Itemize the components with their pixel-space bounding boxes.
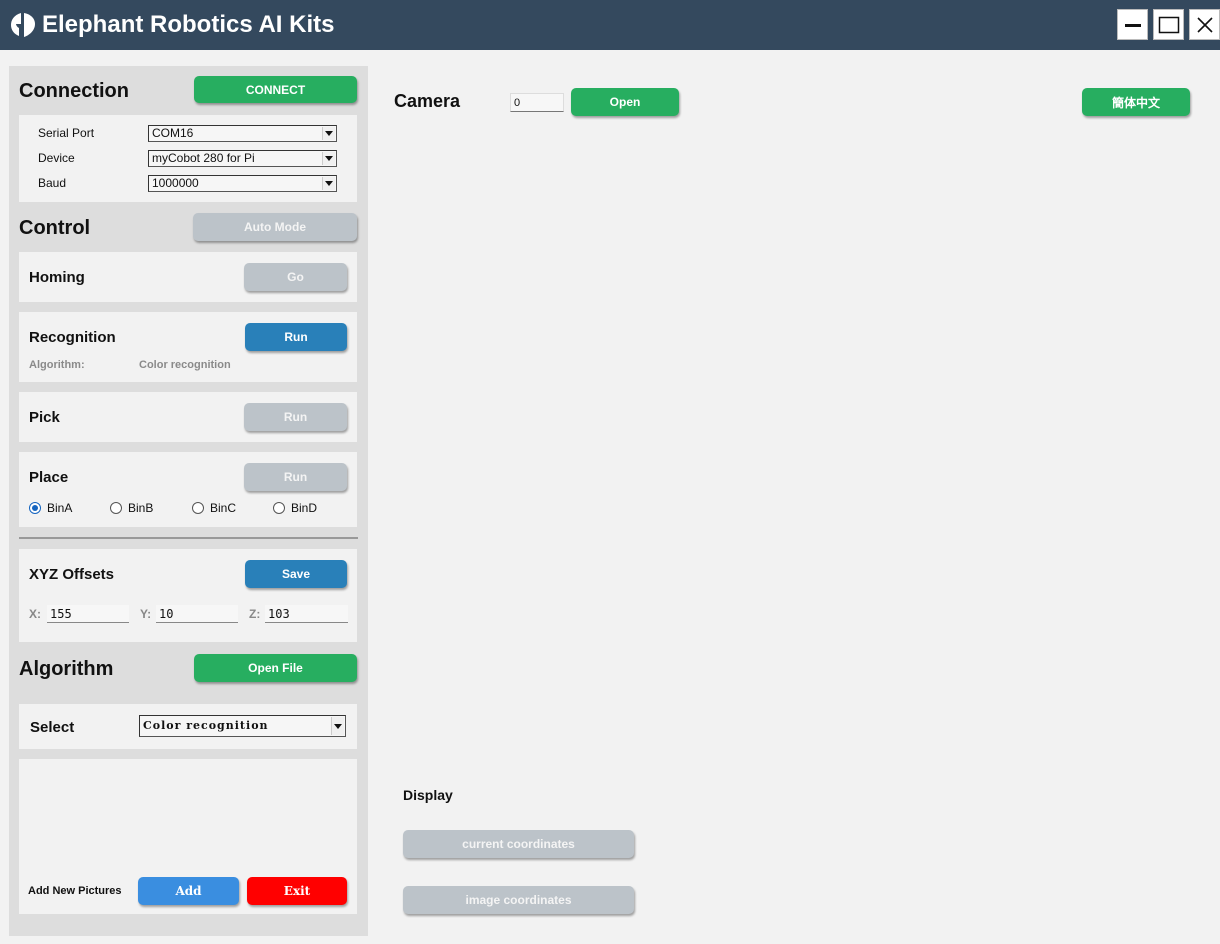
image-coordinates-button[interactable]: image coordinates bbox=[403, 886, 634, 914]
divider bbox=[19, 537, 358, 539]
homing-card: Homing Go bbox=[19, 252, 357, 302]
device-value: myCobot 280 for Pi bbox=[152, 151, 255, 165]
recognition-title: Recognition bbox=[29, 329, 116, 346]
x-offset-input[interactable]: 155 bbox=[47, 605, 129, 623]
z-label: Z: bbox=[249, 607, 261, 621]
app-title: Elephant Robotics AI Kits bbox=[42, 11, 335, 38]
connect-button[interactable]: CONNECT bbox=[194, 76, 357, 103]
chevron-down-icon bbox=[322, 127, 335, 140]
chevron-down-icon bbox=[331, 717, 344, 735]
camera-view-area bbox=[395, 128, 1210, 768]
elephant-logo-icon bbox=[11, 13, 35, 37]
baud-label: Baud bbox=[38, 176, 67, 190]
algorithm-select-card: Select Color recognition bbox=[19, 704, 357, 749]
device-label: Device bbox=[38, 151, 75, 165]
baud-select[interactable]: 1000000 bbox=[148, 175, 337, 192]
homing-title: Homing bbox=[29, 269, 85, 286]
xyz-offsets-title: XYZ Offsets bbox=[29, 566, 115, 583]
radio-unchecked-icon bbox=[192, 502, 204, 514]
bin-c-radio[interactable]: BinC bbox=[192, 501, 236, 515]
y-label: Y: bbox=[140, 607, 152, 621]
bin-a-radio[interactable]: BinA bbox=[29, 501, 72, 515]
current-coordinates-button[interactable]: current coordinates bbox=[403, 830, 634, 858]
device-select[interactable]: myCobot 280 for Pi bbox=[148, 150, 337, 167]
algorithm-label: Algorithm: bbox=[29, 359, 85, 371]
pick-card: Pick Run bbox=[19, 392, 357, 442]
baud-value: 1000000 bbox=[152, 176, 199, 190]
chevron-down-icon bbox=[322, 152, 335, 165]
radio-unchecked-icon bbox=[273, 502, 285, 514]
minimize-icon bbox=[1124, 23, 1141, 27]
close-icon bbox=[1196, 16, 1213, 33]
radio-checked-icon bbox=[29, 502, 41, 514]
language-button[interactable]: 簡体中文 bbox=[1082, 88, 1190, 116]
open-file-button[interactable]: Open File bbox=[194, 654, 357, 682]
bin-b-label: BinB bbox=[128, 501, 154, 515]
homing-go-button[interactable]: Go bbox=[244, 263, 347, 291]
bin-d-label: BinD bbox=[291, 501, 318, 515]
algorithm-select-value: Color recognition bbox=[143, 719, 269, 732]
add-pictures-card: Add New Pictures Add Exit bbox=[19, 759, 357, 914]
pick-title: Pick bbox=[29, 409, 60, 426]
select-label: Select bbox=[30, 719, 75, 736]
serial-port-select[interactable]: COM16 bbox=[148, 125, 337, 142]
place-run-button[interactable]: Run bbox=[244, 463, 347, 491]
z-offset-input[interactable]: 103 bbox=[265, 605, 348, 623]
camera-title: Camera bbox=[394, 91, 461, 111]
camera-open-button[interactable]: Open bbox=[571, 88, 679, 116]
add-new-pictures-label: Add New Pictures bbox=[28, 885, 122, 897]
maximize-icon bbox=[1158, 16, 1179, 33]
recognition-run-button[interactable]: Run bbox=[245, 323, 347, 351]
offsets-save-button[interactable]: Save bbox=[245, 560, 347, 588]
minimize-button[interactable] bbox=[1117, 9, 1148, 40]
maximize-button[interactable] bbox=[1153, 9, 1184, 40]
recognition-card: Recognition Run Algorithm: Color recogni… bbox=[19, 312, 357, 382]
place-card: Place Run BinA BinB BinC BinD bbox=[19, 452, 357, 527]
auto-mode-button[interactable]: Auto Mode bbox=[193, 213, 357, 241]
xyz-offsets-card: XYZ Offsets Save X: 155 Y: 10 Z: 103 bbox=[19, 549, 357, 642]
camera-index-input[interactable]: 0 bbox=[510, 93, 564, 112]
bin-c-label: BinC bbox=[210, 501, 237, 515]
y-offset-input[interactable]: 10 bbox=[156, 605, 238, 623]
serial-port-value: COM16 bbox=[152, 126, 194, 140]
add-button[interactable]: Add bbox=[138, 877, 239, 905]
algorithm-select[interactable]: Color recognition bbox=[139, 715, 346, 737]
exit-button[interactable]: Exit bbox=[247, 877, 347, 905]
bin-d-radio[interactable]: BinD bbox=[273, 501, 317, 515]
connection-title: Connection bbox=[19, 80, 129, 102]
connection-settings-card: Serial Port COM16 Device myCobot 280 for… bbox=[19, 115, 357, 202]
left-control-panel: Connection CONNECT Serial Port COM16 Dev… bbox=[9, 66, 368, 936]
serial-port-label: Serial Port bbox=[38, 126, 95, 140]
radio-unchecked-icon bbox=[110, 502, 122, 514]
x-label: X: bbox=[29, 607, 41, 621]
bin-b-radio[interactable]: BinB bbox=[110, 501, 153, 515]
bin-a-label: BinA bbox=[47, 501, 73, 515]
algorithm-value: Color recognition bbox=[139, 359, 231, 371]
chevron-down-icon bbox=[322, 177, 335, 190]
pick-run-button[interactable]: Run bbox=[244, 403, 347, 431]
close-button[interactable] bbox=[1189, 9, 1220, 40]
title-bar: Elephant Robotics AI Kits bbox=[0, 0, 1220, 50]
display-title: Display bbox=[403, 787, 453, 803]
algorithm-title: Algorithm bbox=[19, 658, 114, 680]
control-title: Control bbox=[19, 217, 91, 239]
place-title: Place bbox=[29, 469, 69, 486]
